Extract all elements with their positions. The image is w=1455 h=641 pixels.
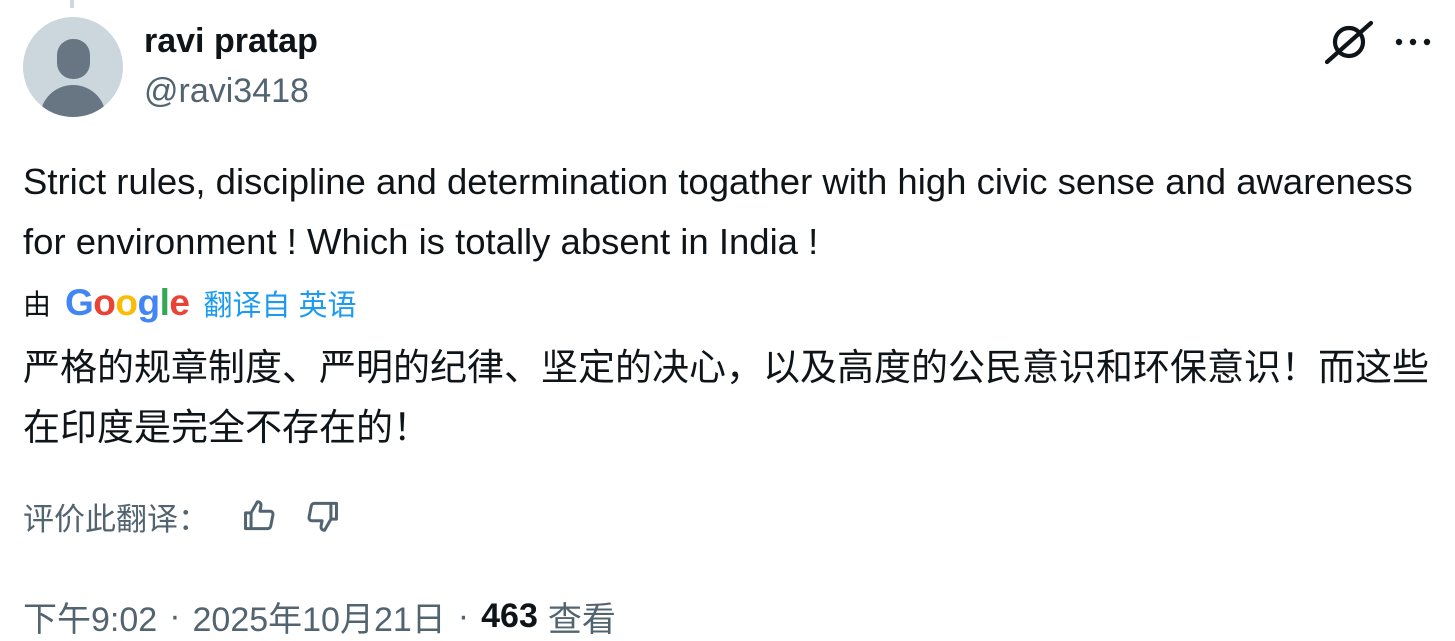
author-handle[interactable]: @ravi3418 — [144, 70, 309, 112]
translated-from-english-link[interactable]: 翻译自 英语 — [203, 282, 356, 324]
rate-translation-label: 评价此翻译： — [23, 501, 209, 537]
author-display-name[interactable]: ravi pratap — [144, 20, 318, 62]
more-options-button[interactable] — [1393, 26, 1433, 58]
tweet-text: Strict rules, discipline and determinati… — [23, 161, 1413, 262]
meta-separator: · — [457, 596, 470, 635]
thumb-down-icon — [307, 501, 338, 532]
thumb-up-button[interactable] — [237, 494, 281, 538]
meta-separator: · — [169, 596, 181, 635]
google-logo: Google — [65, 282, 190, 323]
view-count: 463 — [481, 596, 538, 635]
translated-tweet-text: 严格的规章制度、严明的纪律、坚定的决心，以及高度的公民意识和环保意识！而这些在印… — [23, 347, 1429, 448]
thumb-down-button[interactable] — [301, 494, 345, 538]
more-horizontal-icon — [1395, 38, 1431, 46]
grok-icon — [1324, 20, 1374, 65]
rate-translation-row: 评价此翻译： — [23, 492, 365, 540]
avatar-head-shape — [57, 39, 90, 79]
tweet-metadata: 下午9:02 · 2025年10月21日 · 463 查看 — [23, 592, 616, 640]
views-label: 查看 — [547, 600, 616, 639]
grok-button[interactable] — [1324, 19, 1375, 65]
avatar-shoulders-shape — [40, 85, 106, 117]
thumb-up-icon — [244, 500, 275, 531]
avatar[interactable] — [23, 17, 123, 117]
thread-connector-line — [70, 0, 74, 8]
translation-attribution: 由 Google 翻译自 英语 — [23, 283, 357, 323]
tweet-time[interactable]: 下午9:02 — [23, 592, 157, 641]
translated-by-label: 由 — [23, 289, 52, 320]
tweet-date[interactable]: 2025年10月21日 — [193, 592, 446, 641]
